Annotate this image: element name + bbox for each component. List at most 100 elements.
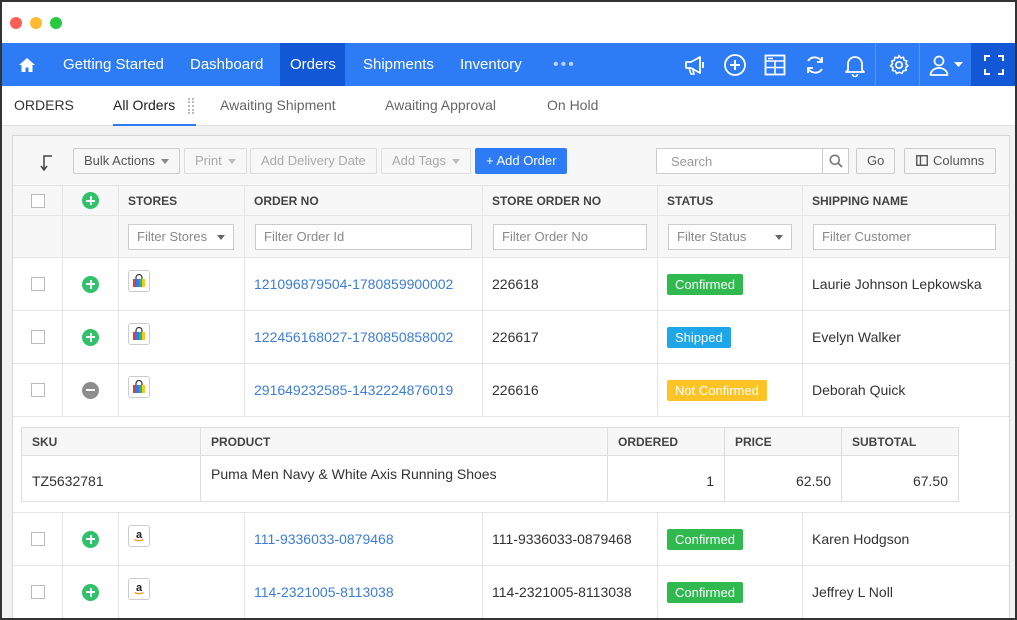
row-checkbox[interactable] [30,532,45,546]
collapse-row-icon[interactable] [82,381,99,399]
order-no-link[interactable]: 291649232585-1432224876019 [245,364,483,416]
row-checkbox[interactable] [30,277,45,291]
search-button[interactable] [822,149,848,173]
caret-down-icon [227,159,236,165]
col-header-order-no[interactable]: ORDER NO [245,186,483,215]
user-icon [929,55,949,76]
status-badge: Not Confirmed [667,379,767,401]
filter-spacer [13,216,63,257]
order-no-link[interactable]: 111-9336033-0879468 [245,513,483,565]
table-row[interactable]: a 114-2321005-8113038 114-2321005-811303… [13,566,1009,618]
user-menu-button[interactable] [923,43,969,86]
columns-label: Columns [933,153,985,168]
col-header-store-order-no[interactable]: STORE ORDER NO [483,186,658,215]
home-button[interactable] [2,43,52,86]
nav-divider [875,43,876,86]
order-no-link[interactable]: 122456168027-1780850858002 [245,311,483,363]
store-cell: a [119,513,245,565]
columns-button[interactable]: Columns [904,148,997,174]
nav-shipments[interactable]: Shipments [353,43,444,86]
quick-add-button[interactable] [715,43,755,86]
row-checkbox[interactable] [30,585,45,599]
search-input[interactable] [657,149,822,173]
nav-orders[interactable]: Orders [280,43,345,86]
nav-more-menu[interactable]: ••• [553,43,576,86]
sync-button[interactable] [795,43,835,86]
tab-all-orders[interactable]: All Orders [113,86,196,126]
go-button[interactable]: Go [856,148,896,174]
nav-dashboard[interactable]: Dashboard [180,43,273,86]
zoom-window-button[interactable] [50,17,62,29]
sort-toggle-button[interactable] [39,152,55,175]
shipping-name: Deborah Quick [812,382,906,398]
filter-stores-cell: Filter Stores [119,216,245,257]
tab-on-hold[interactable]: On Hold [547,86,598,126]
add-tags-dropdown[interactable]: Add Tags [381,148,471,174]
expand-row-icon[interactable] [82,530,99,548]
row-checkbox[interactable] [30,330,45,344]
table-row[interactable]: 291649232585-1432224876019 226616 Not Co… [13,364,1009,417]
status-cell: Shipped [658,311,803,363]
close-window-button[interactable] [10,17,22,29]
content-area: Bulk Actions Print Add Delivery Date Add… [2,126,1015,618]
col-header-status[interactable]: STATUS [658,186,803,215]
nav-divider [919,43,920,86]
filter-stores-select[interactable]: Filter Stores [128,223,234,250]
order-detail-panel: SKU PRODUCT ORDERED PRICE SUBTOTAL TZ563… [13,417,1009,513]
add-delivery-date-button[interactable]: Add Delivery Date [250,148,377,174]
reports-button[interactable] [755,43,795,86]
caret-down-icon [775,234,783,240]
status-cell: Confirmed [658,513,803,565]
search-box [656,148,849,174]
status-badge: Confirmed [667,528,743,550]
drag-handle-icon[interactable] [188,98,194,114]
filter-order-id-input[interactable]: Filter Order Id [255,223,472,250]
nav-inventory[interactable]: Inventory [450,43,532,86]
table-row[interactable]: 121096879504-1780859900002 226618 Confir… [13,258,1009,311]
table-row[interactable]: a 111-9336033-0879468 111-9336033-087946… [13,513,1009,566]
order-no-link[interactable]: 114-2321005-8113038 [245,566,483,618]
minimize-window-button[interactable] [30,17,42,29]
tab-awaiting-shipment[interactable]: Awaiting Shipment [220,86,336,126]
shopping-bag-store-icon [128,376,150,398]
page-title: ORDERS [14,97,74,113]
table-row[interactable]: 122456168027-1780850858002 226617 Shippe… [13,311,1009,364]
fullscreen-button[interactable] [971,43,1015,86]
expand-all-icon[interactable] [82,192,99,209]
tab-awaiting-approval[interactable]: Awaiting Approval [385,86,496,126]
expand-row-icon[interactable] [82,275,99,293]
row-checkbox[interactable] [30,383,45,397]
add-order-button[interactable]: + Add Order [475,148,568,174]
row-select-cell [13,364,63,416]
filter-spacer [63,216,119,257]
top-nav: Getting Started Dashboard Orders Shipmen… [2,43,1015,86]
select-all-checkbox[interactable] [30,193,45,208]
filter-order-no-input[interactable]: Filter Order No [493,223,647,250]
expand-row-icon[interactable] [82,583,99,601]
settings-button[interactable] [879,43,919,86]
ordered-qty: 1 [608,456,725,501]
product-name: Puma Men Navy & White Axis Running Shoes [201,456,608,501]
nav-getting-started[interactable]: Getting Started [53,43,174,86]
row-select-cell [13,311,63,363]
announcements-button[interactable] [675,43,715,86]
filter-order-no-cell: Filter Order No [483,216,658,257]
col-header-ordered: ORDERED [608,428,725,455]
caret-down-icon [160,159,169,165]
table-header-row: STORES ORDER NO STORE ORDER NO STATUS SH… [13,186,1009,216]
filter-status-select[interactable]: Filter Status [668,223,792,250]
col-header-stores[interactable]: STORES [119,186,245,215]
store-cell [119,364,245,416]
line-items-table: SKU PRODUCT ORDERED PRICE SUBTOTAL TZ563… [21,427,959,502]
bulk-actions-dropdown[interactable]: Bulk Actions [73,148,180,174]
shipping-name: Karen Hodgson [812,531,910,547]
store-cell: a [119,566,245,618]
expand-all-cell [63,186,119,215]
filter-customer-input[interactable]: Filter Customer [813,223,996,250]
notifications-button[interactable] [835,43,875,86]
order-no-link[interactable]: 121096879504-1780859900002 [245,258,483,310]
expand-row-icon[interactable] [82,328,99,346]
fullscreen-icon [984,54,1004,75]
print-dropdown[interactable]: Print [184,148,247,174]
col-header-shipping-name[interactable]: SHIPPING NAME [803,186,1009,215]
